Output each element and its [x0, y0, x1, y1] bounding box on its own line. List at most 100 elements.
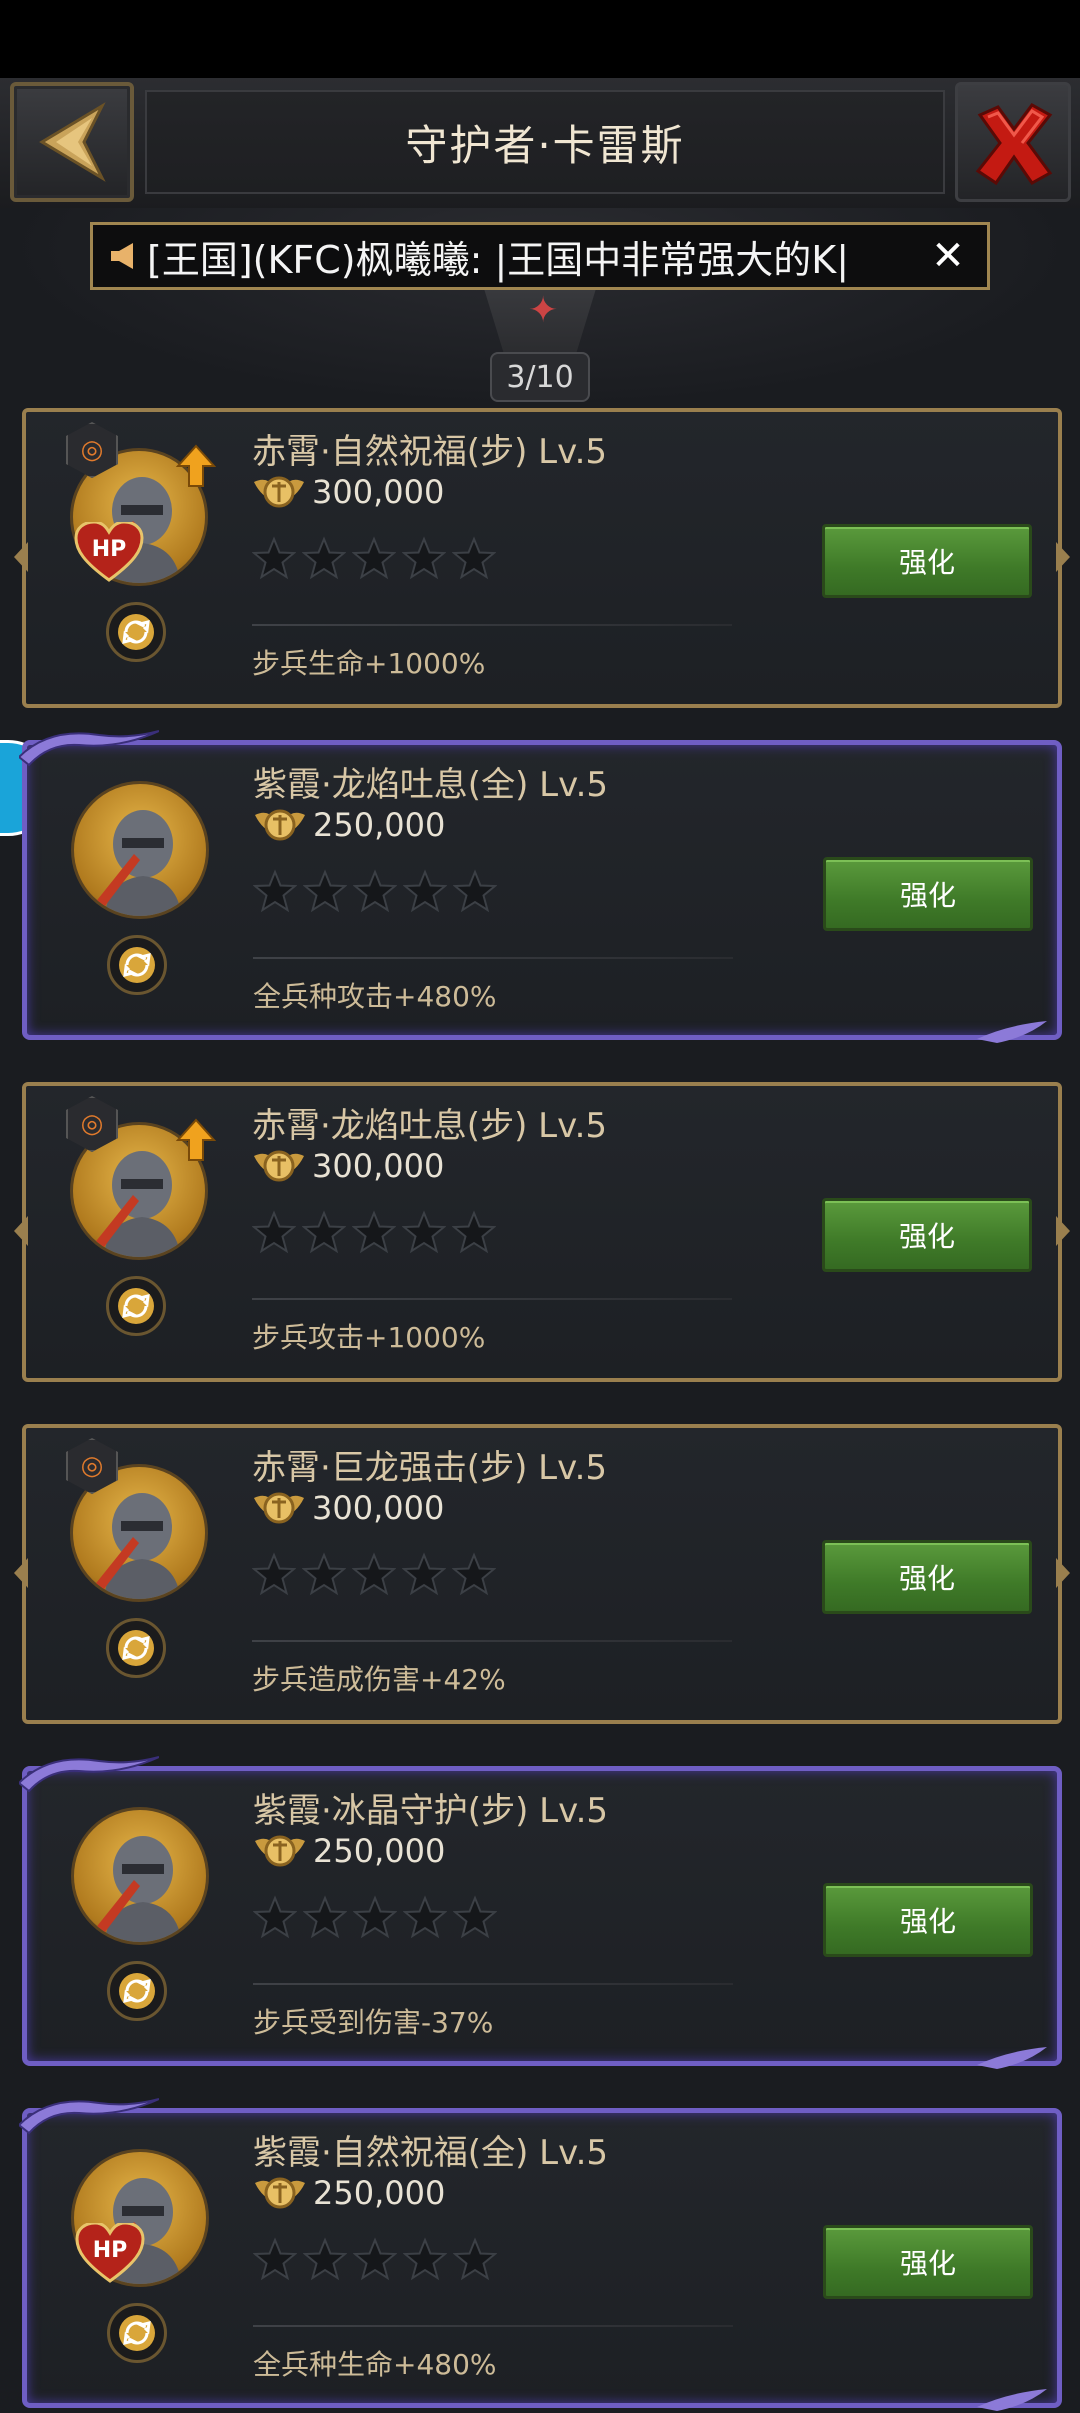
- upgrade-arrow-icon: [176, 444, 216, 487]
- coin-wings-icon: [254, 476, 304, 508]
- progress-badge: 3/10: [490, 352, 590, 402]
- empty-star-icon: [301, 1552, 347, 1596]
- cost-value: 250,000: [313, 2174, 446, 2212]
- frame-arrow-left: [14, 1216, 28, 1246]
- skill-cost: 300,000: [252, 472, 444, 512]
- coin-wings-icon: [255, 1835, 305, 1867]
- hp-heart-icon: HP: [75, 2223, 145, 2283]
- upgrade-arrow-icon: [176, 1118, 216, 1161]
- skill-effect: 步兵攻击+1000%: [252, 1321, 486, 1354]
- skill-card: ◎ 赤霄·巨龙强击(步) Lv.5 300,000 步兵造成伤害+42% 强化: [14, 1424, 1070, 1724]
- empty-star-icon: [402, 2237, 448, 2281]
- refresh-skill-button[interactable]: [107, 1961, 167, 2021]
- star-rating: [252, 2237, 498, 2281]
- knight-portrait-icon: [94, 810, 182, 916]
- empty-star-icon: [301, 1210, 347, 1254]
- empty-star-icon: [452, 2237, 498, 2281]
- divider: [253, 2325, 733, 2327]
- skill-effect: 步兵生命+1000%: [252, 647, 486, 680]
- star-rating: [252, 869, 498, 913]
- empty-star-icon: [352, 869, 398, 913]
- empty-star-icon: [251, 1210, 297, 1254]
- skill-effect: 全兵种攻击+480%: [253, 980, 497, 1013]
- star-rating: [252, 1895, 498, 1939]
- close-button[interactable]: [955, 82, 1071, 202]
- frame-arrow-left: [14, 542, 28, 572]
- skill-cost: 250,000: [253, 805, 445, 845]
- empty-star-icon: [402, 1895, 448, 1939]
- skill-title: 紫霞·自然祝福(全) Lv.5: [253, 2133, 609, 2173]
- empty-star-icon: [352, 1895, 398, 1939]
- refresh-skill-button[interactable]: [107, 2303, 167, 2363]
- empty-star-icon: [302, 869, 348, 913]
- enhance-button[interactable]: 强化: [823, 2225, 1033, 2299]
- skill-title: 紫霞·龙焰吐息(全) Lv.5: [253, 765, 609, 805]
- divider: [252, 1640, 732, 1642]
- announcement-banner[interactable]: [王国](KFC)枫曦曦: |王国中非常强大的K| ✕: [90, 222, 990, 290]
- enhance-button[interactable]: 强化: [822, 1540, 1032, 1614]
- empty-star-icon: [302, 1895, 348, 1939]
- refresh-skill-button[interactable]: [107, 935, 167, 995]
- cost-value: 250,000: [313, 806, 446, 844]
- purple-corner-decoration-icon: [977, 1021, 1047, 1043]
- skill-cost: 250,000: [253, 1831, 445, 1871]
- knight-portrait-icon: [94, 1836, 182, 1942]
- title-bar: 守护者·卡雷斯: [145, 90, 945, 194]
- refresh-skill-button[interactable]: [106, 1618, 166, 1678]
- empty-star-icon: [452, 1895, 498, 1939]
- skill-effect: 步兵受到伤害-37%: [253, 2006, 494, 2039]
- refresh-skill-button[interactable]: [106, 1276, 166, 1336]
- skill-card: 紫霞·冰晶守护(步) Lv.5 250,000 步兵受到伤害-37% 强化: [19, 1756, 1062, 2069]
- header-bar: 守护者·卡雷斯: [0, 78, 1080, 211]
- coin-wings-icon: [254, 1150, 304, 1182]
- skill-card: ◎ 赤霄·龙焰吐息(步) Lv.5 300,000 步兵攻击+1000% 强化: [14, 1082, 1070, 1382]
- empty-star-icon: [251, 536, 297, 580]
- empty-star-icon: [401, 536, 447, 580]
- refresh-skill-button[interactable]: [106, 602, 166, 662]
- skill-effect: 全兵种生命+480%: [253, 2348, 497, 2381]
- skill-cost: 300,000: [252, 1488, 444, 1528]
- skill-title: 紫霞·冰晶守护(步) Lv.5: [253, 1791, 609, 1831]
- cost-value: 300,000: [312, 1147, 445, 1185]
- announcement-close-button[interactable]: ✕: [923, 233, 973, 279]
- coin-wings-icon: [255, 2177, 305, 2209]
- empty-star-icon: [302, 2237, 348, 2281]
- empty-star-icon: [252, 869, 298, 913]
- refresh-icon: [119, 2315, 155, 2351]
- enhance-button[interactable]: 强化: [822, 524, 1032, 598]
- empty-star-icon: [401, 1552, 447, 1596]
- skill-card: HP 紫霞·自然祝福(全) Lv.5 250,000 全兵种生命+480% 强化: [19, 2098, 1062, 2411]
- cost-value: 300,000: [312, 473, 445, 511]
- hero-portrait: [71, 781, 209, 919]
- back-arrow-icon: [39, 102, 106, 182]
- refresh-icon: [119, 1973, 155, 2009]
- skill-title: 赤霄·龙焰吐息(步) Lv.5: [252, 1106, 608, 1146]
- refresh-icon: [118, 614, 154, 650]
- svg-text:HP: HP: [92, 537, 127, 562]
- purple-wing-decoration-icon: [19, 730, 159, 767]
- empty-star-icon: [451, 1210, 497, 1254]
- skill-card: 紫霞·龙焰吐息(全) Lv.5 250,000 全兵种攻击+480% 强化: [19, 730, 1062, 1043]
- skill-effect: 步兵造成伤害+42%: [252, 1663, 506, 1696]
- enhance-button[interactable]: 强化: [823, 857, 1033, 931]
- purple-corner-decoration-icon: [977, 2389, 1047, 2411]
- back-button[interactable]: [10, 82, 134, 202]
- purple-corner-decoration-icon: [977, 2047, 1047, 2069]
- hero-portrait: [71, 1807, 209, 1945]
- enhance-button[interactable]: 强化: [822, 1198, 1032, 1272]
- divider: [252, 624, 732, 626]
- star-rating: [251, 1210, 497, 1254]
- frame-arrow-left: [14, 1558, 28, 1588]
- frame-arrow-right: [1056, 1216, 1070, 1246]
- divider: [253, 1983, 733, 1985]
- frame-arrow-right: [1056, 1558, 1070, 1588]
- page-title: 守护者·卡雷斯: [405, 120, 685, 170]
- empty-star-icon: [452, 869, 498, 913]
- empty-star-icon: [401, 1210, 447, 1254]
- status-bar: [0, 0, 1080, 78]
- skill-cost: 250,000: [253, 2173, 445, 2213]
- skill-title: 赤霄·自然祝福(步) Lv.5: [252, 432, 608, 472]
- close-x-icon: [975, 103, 1053, 186]
- skill-title: 赤霄·巨龙强击(步) Lv.5: [252, 1448, 608, 1488]
- enhance-button[interactable]: 强化: [823, 1883, 1033, 1957]
